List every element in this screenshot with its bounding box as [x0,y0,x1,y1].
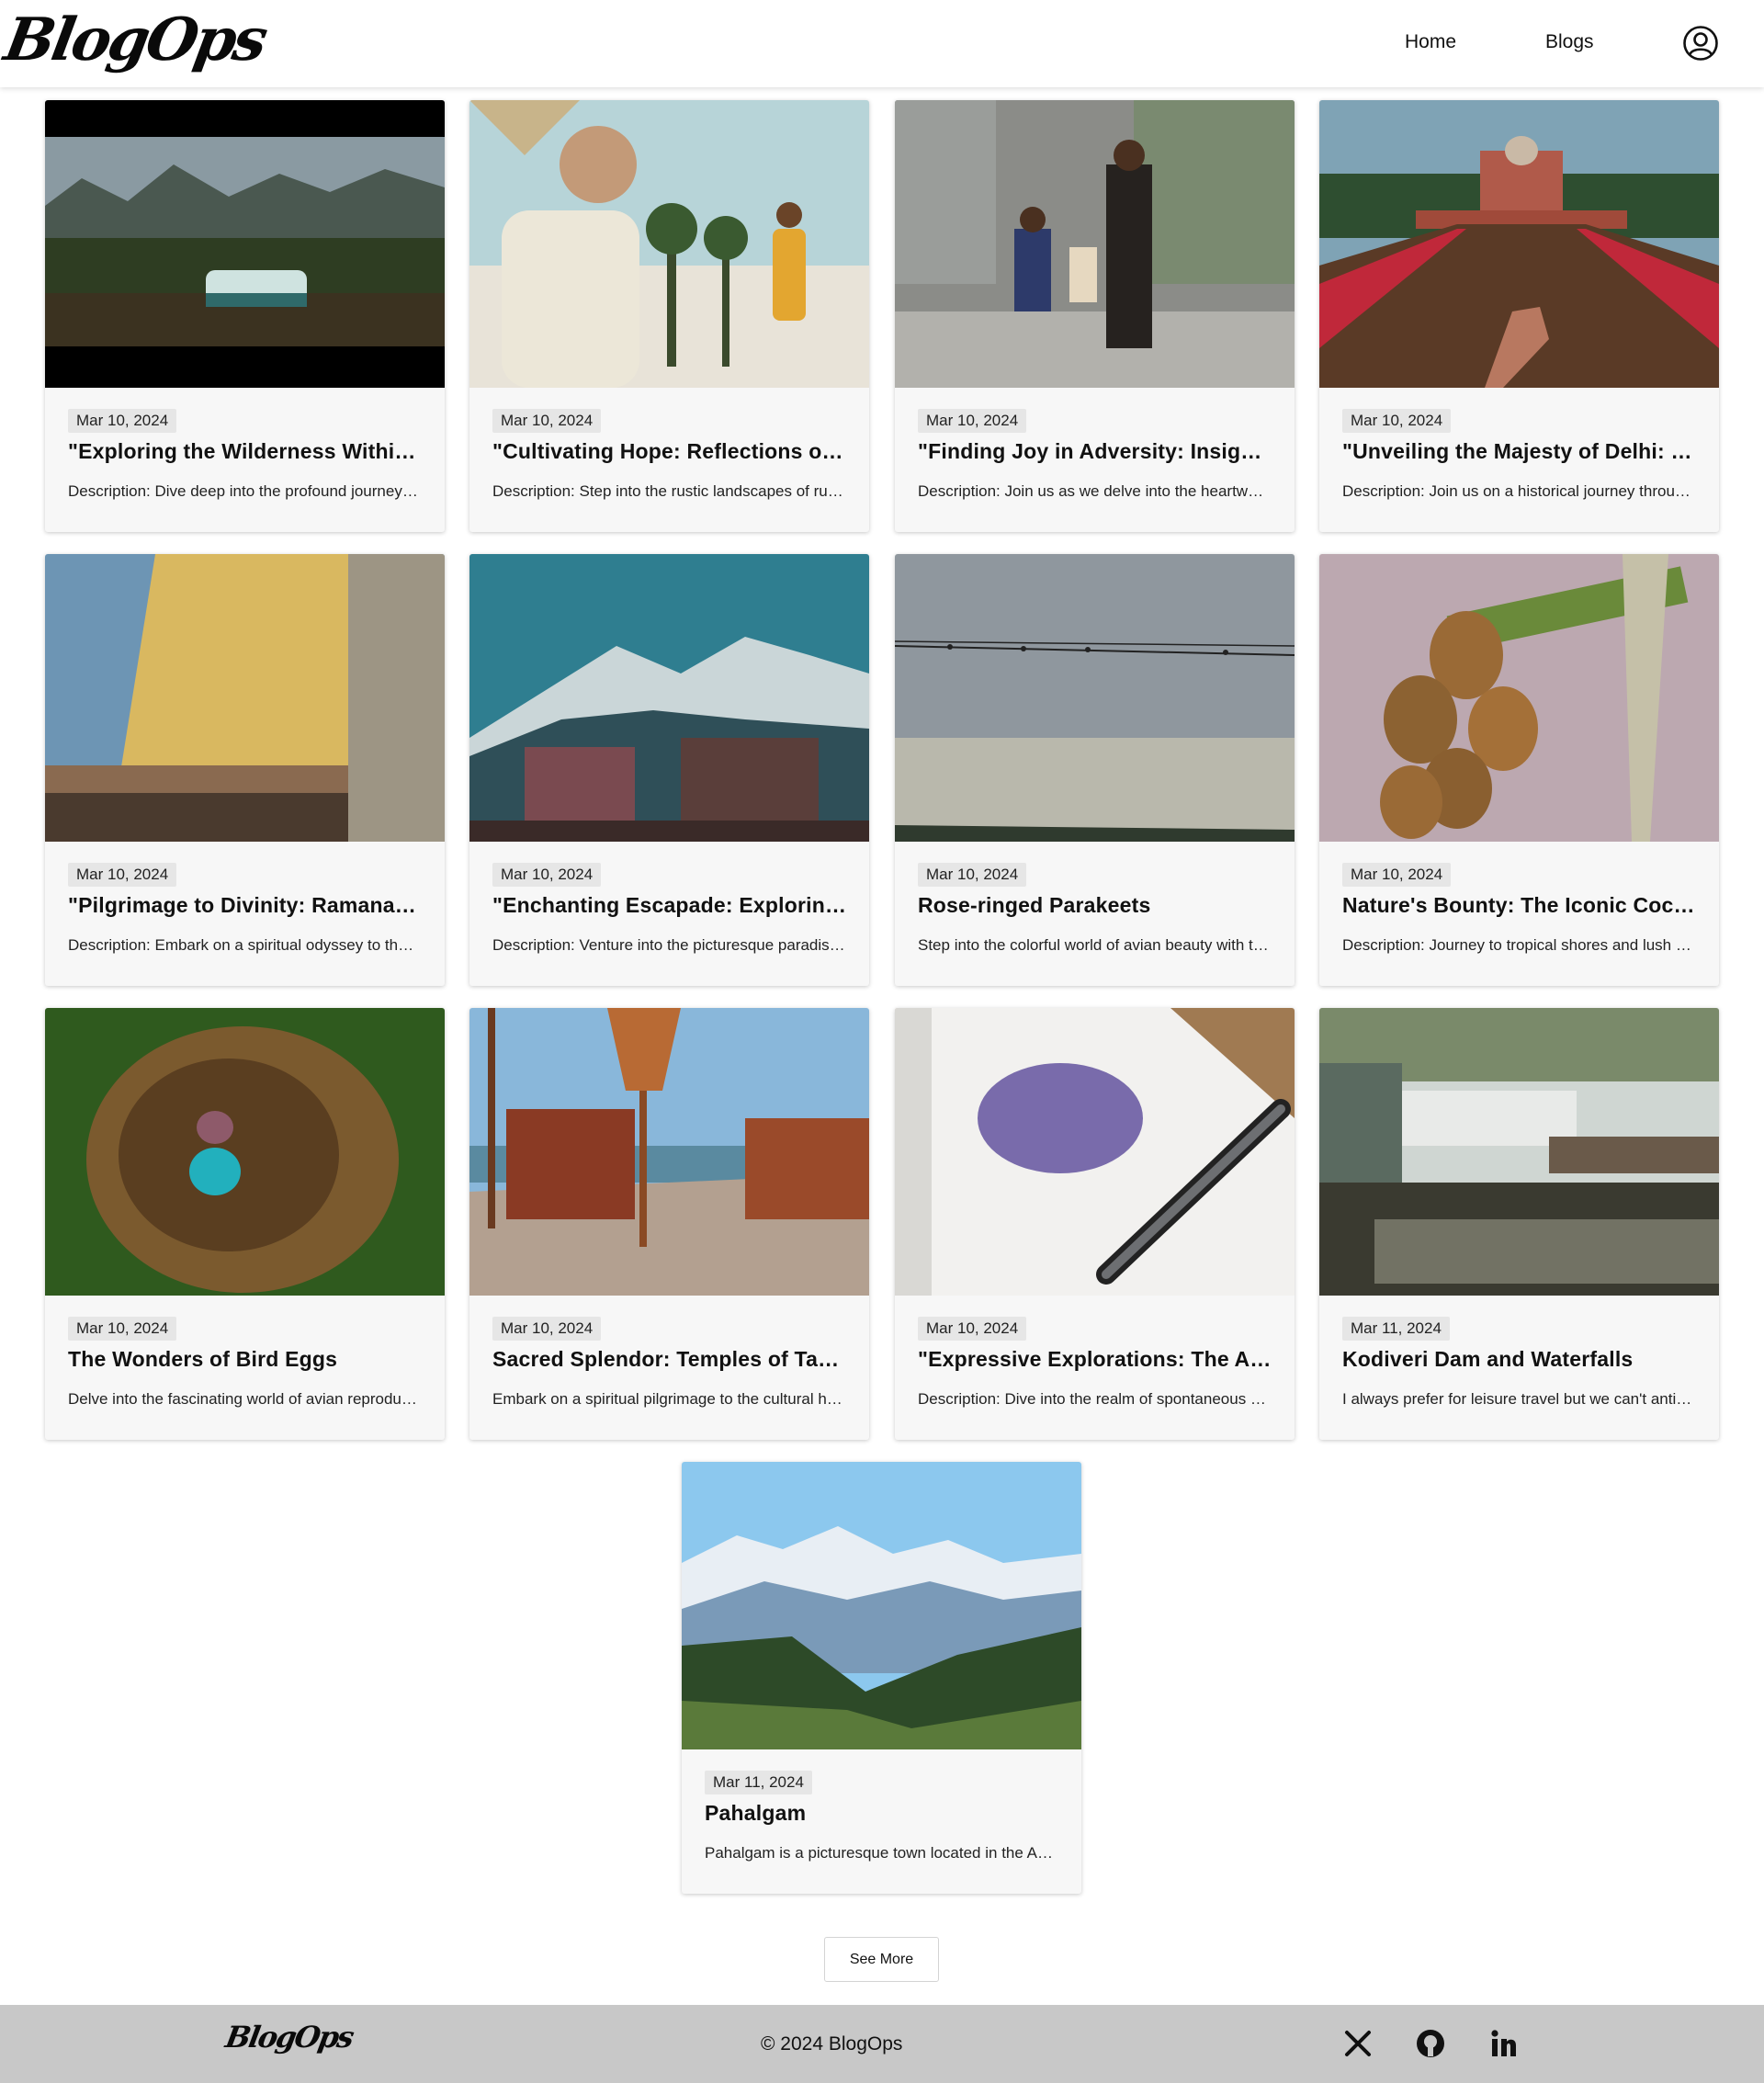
linkedin-icon[interactable] [1486,2025,1522,2062]
card-date: Mar 10, 2024 [1342,409,1452,433]
footer-logo[interactable]: BlogOps [223,2020,356,2055]
card-image-rural-man [469,100,869,388]
nav-blogs-link[interactable]: Blogs [1545,31,1594,53]
card-description: Description: Join us on a historical jou… [1342,482,1696,500]
card-date: Mar 10, 2024 [68,409,177,433]
site-footer: BlogOps © 2024 BlogOps [0,2005,1764,2083]
blog-card[interactable]: Mar 10, 2024 "Unveiling the Majesty of D… [1319,100,1719,532]
card-date: Mar 10, 2024 [918,863,1027,887]
card-description: Delve into the fascinating world of avia… [68,1390,422,1408]
card-title[interactable]: Pahalgam [705,1801,1058,1826]
blog-card[interactable]: Mar 10, 2024 "Enchanting Escapade: Explo… [469,554,869,986]
site-header: BlogOps Home Blogs [0,0,1764,87]
card-date: Mar 10, 2024 [918,1317,1027,1341]
card-description: Description: Join us as we delve into th… [918,482,1272,500]
card-title[interactable]: Kodiveri Dam and Waterfalls [1342,1347,1696,1372]
card-image-safdarjung-tomb [1319,100,1719,388]
blog-card[interactable]: Mar 10, 2024 "Finding Joy in Adversity: … [895,100,1295,532]
see-more-button[interactable]: See More [824,1937,939,1982]
card-image-parakeets-wire [895,554,1295,842]
card-title[interactable]: "Pilgrimage to Divinity: Ramanathaswamy … [68,893,422,918]
card-image-city-walk [895,100,1295,388]
card-title[interactable]: "Finding Joy in Adversity: Insights from… [918,439,1272,464]
blog-card[interactable]: Mar 11, 2024 Kodiveri Dam and Waterfalls… [1319,1008,1719,1440]
card-date: Mar 10, 2024 [492,409,602,433]
card-image-temple-shore [469,1008,869,1296]
card-description: Pahalgam is a picturesque town located i… [705,1844,1058,1862]
nav-home-link[interactable]: Home [1405,31,1456,53]
card-description: I always prefer for leisure travel but w… [1342,1390,1696,1408]
card-date: Mar 10, 2024 [918,409,1027,433]
blog-card[interactable]: Mar 10, 2024 "Pilgrimage to Divinity: Ra… [45,554,445,986]
card-image-pahalgam-valley [682,1462,1081,1749]
card-image-coconuts [1319,554,1719,842]
blog-card[interactable]: Mar 10, 2024 Rose-ringed Parakeets Step … [895,554,1295,986]
card-image-kodiveri-dam [1319,1008,1719,1296]
card-title[interactable]: "Enchanting Escapade: Exploring the Hima… [492,893,846,918]
card-title[interactable]: The Wonders of Bird Eggs [68,1347,422,1372]
card-image-bird-nest [45,1008,445,1296]
card-date: Mar 10, 2024 [68,863,177,887]
card-description: Step into the colorful world of avian be… [918,936,1272,954]
blog-card[interactable]: Mar 10, 2024 Nature's Bounty: The Iconic… [1319,554,1719,986]
site-logo[interactable]: BlogOps [0,4,270,77]
card-title[interactable]: Nature's Bounty: The Iconic Coconut Palm [1342,893,1696,918]
card-image-temple-gopuram [45,554,445,842]
blog-card[interactable]: Mar 10, 2024 Sacred Splendor: Temples of… [469,1008,869,1440]
card-description: Embark on a spiritual pilgrimage to the … [492,1390,846,1408]
card-description: Description: Venture into the picturesqu… [492,936,846,954]
blog-card[interactable]: Mar 10, 2024 "Expressive Explorations: T… [895,1008,1295,1440]
card-description: Description: Dive deep into the profound… [68,482,422,500]
github-icon[interactable] [1412,2025,1449,2062]
blog-card[interactable]: Mar 11, 2024 Pahalgam Pahalgam is a pict… [682,1462,1081,1894]
card-description: Description: Dive into the realm of spon… [918,1390,1272,1408]
card-date: Mar 10, 2024 [492,1317,602,1341]
blog-card[interactable]: Mar 10, 2024 The Wonders of Bird Eggs De… [45,1008,445,1440]
copyright-text: © 2024 BlogOps [761,2033,903,2055]
blog-card[interactable]: Mar 10, 2024 "Exploring the Wilderness W… [45,100,445,532]
card-description: Description: Step into the rustic landsc… [492,482,846,500]
card-date: Mar 10, 2024 [492,863,602,887]
blog-card[interactable]: Mar 10, 2024 "Cultivating Hope: Reflecti… [469,100,869,532]
card-image-doodle-notebook [895,1008,1295,1296]
card-title[interactable]: "Exploring the Wilderness Within: A Jour… [68,439,422,464]
card-description: Description: Embark on a spiritual odyss… [68,936,422,954]
card-image-wilderness-bus [45,100,445,388]
card-date: Mar 10, 2024 [1342,863,1452,887]
card-description: Description: Journey to tropical shores … [1342,936,1696,954]
card-title[interactable]: Rose-ringed Parakeets [918,893,1272,918]
card-title[interactable]: "Expressive Explorations: The Art of Abs… [918,1347,1272,1372]
user-circle-icon[interactable] [1682,25,1719,62]
card-title[interactable]: "Cultivating Hope: Reflections on Rural … [492,439,846,464]
card-title[interactable]: Sacred Splendor: Temples of Tamil Nadu [492,1347,846,1372]
card-date: Mar 11, 2024 [1342,1317,1450,1341]
card-date: Mar 10, 2024 [68,1317,177,1341]
card-date: Mar 11, 2024 [705,1771,812,1794]
card-title[interactable]: "Unveiling the Majesty of Delhi: Safdarj… [1342,439,1696,464]
x-icon[interactable] [1340,2025,1376,2062]
card-image-himalayan-village [469,554,869,842]
